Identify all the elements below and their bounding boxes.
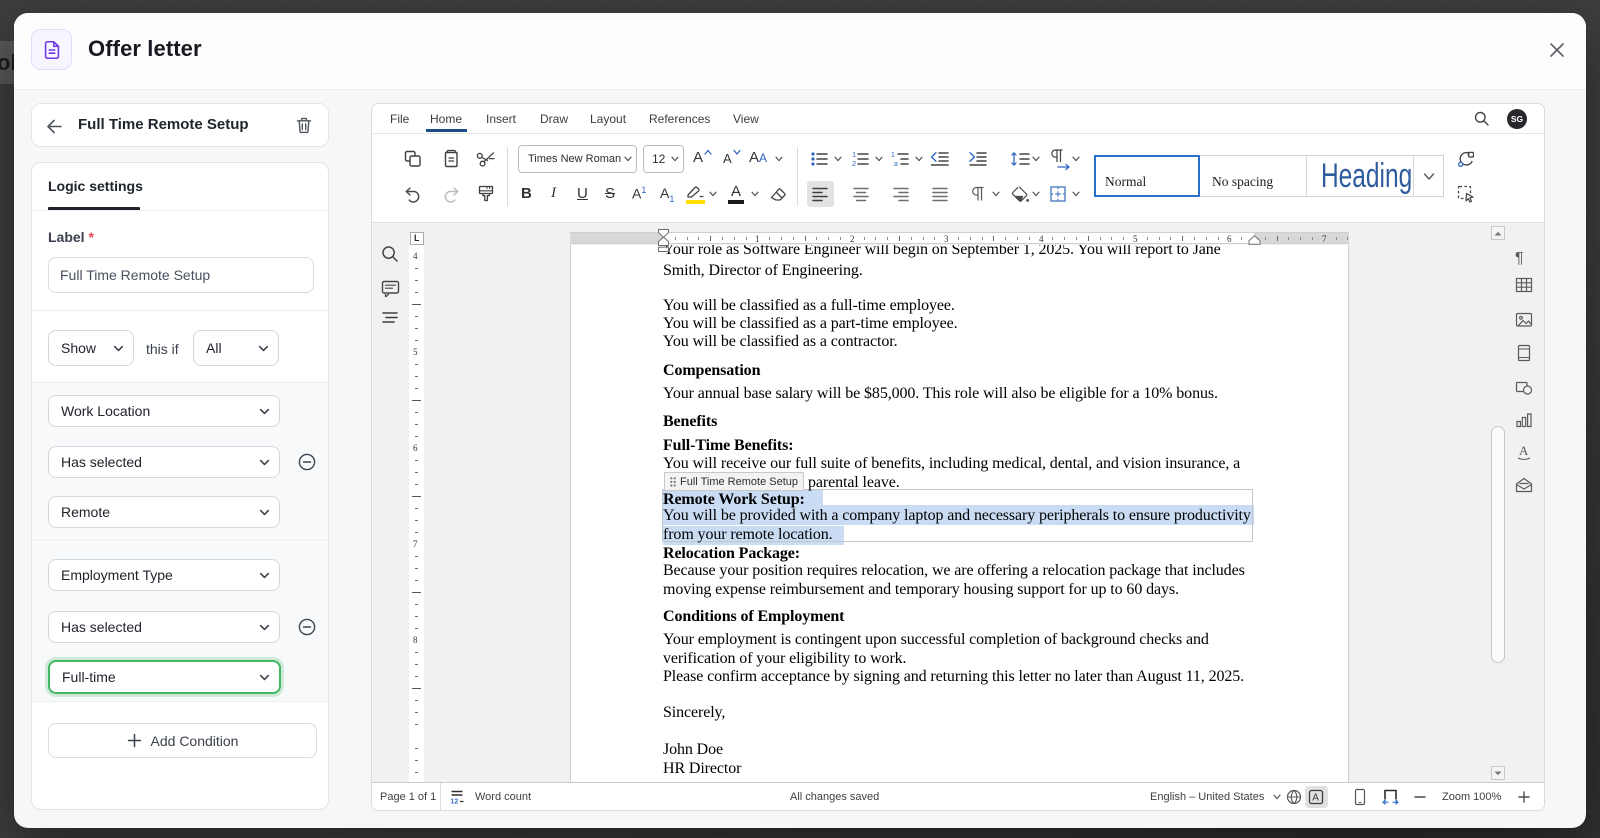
svg-text:A: A xyxy=(1519,443,1529,458)
svg-text:1: 1 xyxy=(852,150,856,159)
svg-text:2: 2 xyxy=(852,159,856,168)
svg-text:a: a xyxy=(894,161,898,168)
svg-text:12: 12 xyxy=(451,799,459,806)
svg-text:A: A xyxy=(1312,793,1319,804)
svg-text:1: 1 xyxy=(891,152,895,159)
